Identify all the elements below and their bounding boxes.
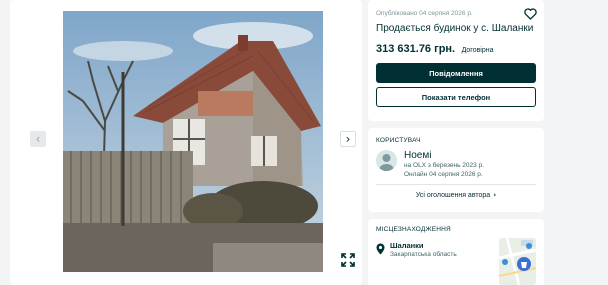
location-pin-icon [376,242,385,255]
location-region: Закарпатська область [390,251,457,258]
seller-name: Ноемі [404,150,432,161]
listing-summary-card: Опубліковано 04 серпня 2026 р. Продаєтьс… [368,0,544,121]
price: 313 631.76 грн. [376,43,456,55]
message-button[interactable]: Повідомлення [376,63,536,83]
chevron-right-icon: › [493,191,497,199]
house-photo-image [63,11,323,272]
show-phone-button[interactable]: Показати телефон [376,87,536,107]
photo-gallery: ‹ › [10,0,362,285]
seller-member-since: на OLX з березень 2023 р. [404,162,484,169]
location-city: Шаланки [390,241,424,250]
listing-title: Продається будинок у с. Шаланки [376,23,534,34]
heart-icon[interactable] [524,7,537,20]
listing-photo[interactable] [63,11,323,272]
chevron-left-icon[interactable]: ‹ [30,131,46,147]
seller-section-title: КОРИСТУВАЧ [376,137,421,144]
posted-date: Опубліковано 04 серпня 2026 р. [376,10,473,17]
all-seller-ads-link[interactable]: Усі оголошення автора › [368,191,544,199]
chevron-right-icon[interactable]: › [340,131,356,147]
user-avatar-icon [376,150,397,171]
all-ads-label: Усі оголошення автора [415,192,491,199]
map-thumbnail-image [499,238,536,285]
location-section-title: МІСЦЕЗНАХОДЖЕННЯ [376,226,451,233]
seller-card: КОРИСТУВАЧ Ноемі на OLX з березень 2023 … [368,128,544,212]
negotiable-label: Договірна [461,47,494,54]
location-card: МІСЦЕЗНАХОДЖЕННЯ Шаланки Закарпатська об… [368,219,544,285]
expand-icon[interactable] [341,253,355,267]
divider [376,184,536,185]
seller-last-online: Онлайн 04 серпня 2026 р. [404,171,483,178]
avatar [376,150,397,171]
price-row: 313 631.76 грн. Договірна [376,39,494,57]
location-map[interactable] [499,238,536,285]
